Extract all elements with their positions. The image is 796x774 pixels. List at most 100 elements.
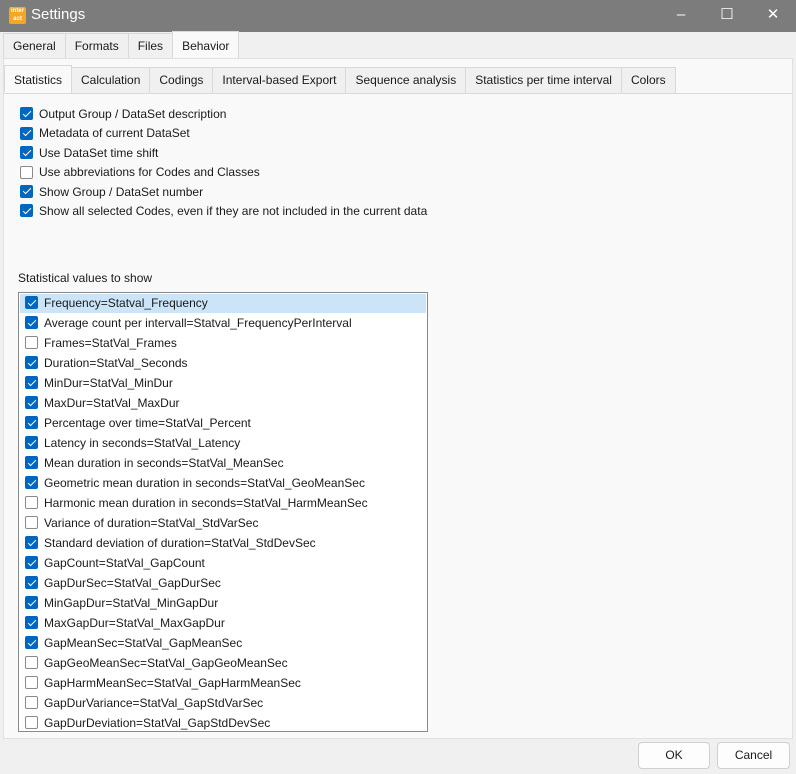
option-label: Metadata of current DataSet [39,126,190,141]
list-item[interactable]: GapDurSec=StatVal_GapDurSec [20,574,426,593]
tab-statistics-per-time-interval[interactable]: Statistics per time interval [465,67,622,93]
minimize-button[interactable]: – [658,0,704,32]
tab-sequence-analysis[interactable]: Sequence analysis [345,67,467,93]
list-item-label: GapDurVariance=StatVal_GapStdVarSec [44,696,264,710]
checkbox[interactable] [20,184,33,198]
checkbox[interactable] [25,536,38,550]
checkbox[interactable] [25,416,38,430]
list-item[interactable]: GapGeoMeanSec=StatVal_GapGeoMeanSec [20,654,426,673]
checkbox[interactable] [25,616,38,630]
cancel-button[interactable]: Cancel [717,742,790,769]
checkbox[interactable] [25,476,38,490]
list-item-label: MinDur=StatVal_MinDur [44,376,173,390]
list-item-label: Variance of duration=StatVal_StdVarSec [44,516,259,530]
option-label: Show Group / DataSet number [39,184,204,199]
list-item-label: Percentage over time=StatVal_Percent [44,416,251,430]
tab-interval-based-export[interactable]: Interval-based Export [212,67,347,93]
list-item[interactable]: Mean duration in seconds=StatVal_MeanSec [20,454,426,473]
list-item[interactable]: Standard deviation of duration=StatVal_S… [20,534,426,553]
dialog-footer: OK Cancel [0,740,796,774]
list-item[interactable]: GapDurVariance=StatVal_GapStdVarSec [20,694,426,713]
tab-behavior[interactable]: Behavior [172,31,240,58]
option-checkbox[interactable]: Use abbreviations for Codes and Classes [20,163,260,182]
maximize-button[interactable]: ☐ [704,0,750,32]
checkbox[interactable] [25,456,38,470]
checkbox[interactable] [25,376,38,390]
checkbox[interactable] [25,316,38,330]
checkbox[interactable] [25,656,38,670]
list-item[interactable]: GapCount=StatVal_GapCount [20,554,426,573]
option-checkbox[interactable]: Show all selected Codes, even if they ar… [20,202,427,221]
close-button[interactable]: ✕ [750,0,796,32]
list-item[interactable]: Duration=StatVal_Seconds [20,354,426,373]
list-item-label: Standard deviation of duration=StatVal_S… [44,536,316,550]
checkbox[interactable] [25,396,38,410]
title-bar: inter act Settings – ☐ ✕ [0,0,796,32]
checkbox[interactable] [25,636,38,650]
option-checkbox[interactable]: Metadata of current DataSet [20,124,190,143]
list-item[interactable]: GapDurDeviation=StatVal_GapStdDevSec [20,714,426,733]
checkbox[interactable] [25,676,38,690]
option-label: Use abbreviations for Codes and Classes [39,165,260,180]
list-item[interactable]: Variance of duration=StatVal_StdVarSec [20,514,426,533]
option-label: Use DataSet time shift [39,145,159,160]
list-item[interactable]: MaxDur=StatVal_MaxDur [20,394,426,413]
list-item-label: MaxDur=StatVal_MaxDur [44,396,180,410]
ok-button[interactable]: OK [638,742,710,769]
list-item[interactable]: Frequency=Statval_Frequency [20,294,426,313]
checkbox[interactable] [20,107,33,121]
list-item-label: Harmonic mean duration in seconds=StatVa… [44,496,368,510]
behavior-panel: Statistics Calculation Codings Interval-bas… [3,58,793,739]
checkbox[interactable] [25,356,38,370]
checkbox[interactable] [20,126,33,140]
tab-general[interactable]: General [3,33,66,59]
list-item[interactable]: Latency in seconds=StatVal_Latency [20,434,426,453]
tab-colors[interactable]: Colors [620,67,676,93]
list-item[interactable]: Geometric mean duration in seconds=StatV… [20,474,426,493]
list-item[interactable]: Percentage over time=StatVal_Percent [20,414,426,433]
checkbox[interactable] [25,516,38,530]
list-item-label: GapMeanSec=StatVal_GapMeanSec [44,636,243,650]
list-item-label: Latency in seconds=StatVal_Latency [44,436,241,450]
option-label: Show all selected Codes, even if they ar… [39,204,428,218]
checkbox[interactable] [20,146,33,160]
list-item-label: Geometric mean duration in seconds=StatV… [44,476,365,490]
app-logo: inter act [9,7,26,24]
stat-values-label: Statistical values to show [18,271,153,285]
option-checkbox[interactable]: Output Group / DataSet description [20,105,226,124]
checkbox[interactable] [25,296,38,310]
tab-calculation[interactable]: Calculation [71,67,151,93]
list-item-label: Frames=StatVal_Frames [44,336,177,350]
list-item-label: GapDurSec=StatVal_GapDurSec [44,576,221,590]
checkbox[interactable] [25,576,38,590]
list-item-label: Frequency=Statval_Frequency [44,296,208,310]
list-item[interactable]: GapHarmMeanSec=StatVal_GapHarmMeanSec [20,674,426,693]
checkbox[interactable] [25,696,38,710]
checkbox[interactable] [25,596,38,610]
list-item[interactable]: Average count per intervall=Statval_Freq… [20,314,426,333]
list-item[interactable]: Frames=StatVal_Frames [20,334,426,353]
stat-values-list[interactable]: Frequency=Statval_Frequency Average count… [18,292,428,732]
list-item-label: MaxGapDur=StatVal_MaxGapDur [44,616,225,630]
tab-files[interactable]: Files [127,33,174,59]
checkbox[interactable] [20,165,33,179]
checkbox[interactable] [25,556,38,570]
checkbox[interactable] [25,496,38,510]
list-item[interactable]: MinDur=StatVal_MinDur [20,374,426,393]
window-title: Settings [31,6,86,23]
checkbox[interactable] [25,336,38,350]
option-label: Output Group / DataSet description [39,107,227,121]
list-item[interactable]: Harmonic mean duration in seconds=StatVa… [20,494,426,513]
option-checkbox[interactable]: Show Group / DataSet number [20,183,203,202]
list-item[interactable]: GapMeanSec=StatVal_GapMeanSec [20,634,426,653]
checkbox[interactable] [25,716,38,730]
tab-codings[interactable]: Codings [149,67,214,93]
checkbox[interactable] [20,204,33,218]
list-item[interactable]: MinGapDur=StatVal_MinGapDur [20,594,426,613]
option-checkbox[interactable]: Use DataSet time shift [20,144,158,163]
tab-statistics[interactable]: Statistics [4,65,73,92]
checkbox[interactable] [25,436,38,450]
list-item-label: Mean duration in seconds=StatVal_MeanSec [44,456,284,470]
tab-formats[interactable]: Formats [64,33,129,59]
list-item[interactable]: MaxGapDur=StatVal_MaxGapDur [20,614,426,633]
